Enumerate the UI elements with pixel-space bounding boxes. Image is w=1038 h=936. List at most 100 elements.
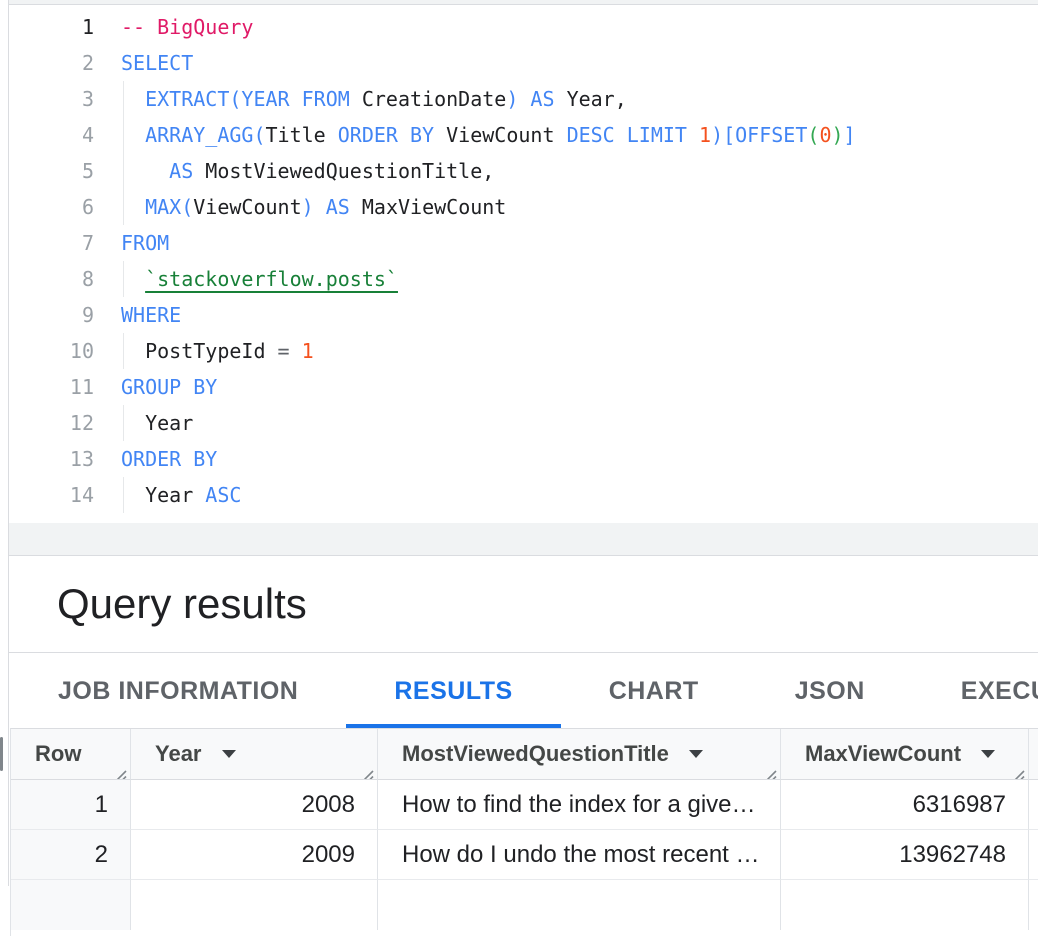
cell-maxviewcount: 13962748: [781, 830, 1029, 880]
cell-row: 1: [11, 780, 131, 830]
code-line[interactable]: 11 GROUP BY: [9, 369, 1038, 405]
code-line[interactable]: 6 MAX(ViewCount) AS MaxViewCount: [9, 189, 1038, 225]
column-menu-dropdown-icon[interactable]: [981, 750, 995, 758]
code-line[interactable]: 13ORDER BY: [9, 441, 1038, 477]
code-token: ViewCount: [193, 195, 301, 219]
column-header-label: MostViewedQuestionTitle: [402, 741, 669, 767]
code-token: [121, 195, 145, 219]
code-token: ) AS: [302, 195, 362, 219]
cell-title: How to find the index for a give…: [378, 780, 781, 830]
code-token: 1: [699, 123, 711, 147]
table-header-row: RowYearMostViewedQuestionTitleMaxViewCou…: [11, 729, 1038, 780]
query-results-header: Query results: [9, 556, 1038, 653]
indent-guide: [123, 189, 124, 225]
cell-value: 2008: [302, 791, 355, 819]
code-token: PostTypeId: [121, 339, 278, 363]
results-tab-bar: JOB INFORMATION RESULTS CHARTJSONEXECUTION…: [9, 654, 1038, 728]
tab-chart[interactable]: CHART: [561, 654, 747, 728]
line-number: 11: [9, 369, 94, 405]
code-text: Year: [121, 405, 193, 441]
line-number: 10: [9, 333, 94, 369]
code-token: ]: [844, 123, 856, 147]
tab-execution-details[interactable]: EXECUTION DETAILS: [913, 654, 1038, 728]
cell-empty: [781, 880, 1029, 930]
line-number: 4: [9, 117, 94, 153]
code-line[interactable]: 3 EXTRACT(YEAR FROM CreationDate) AS Yea…: [9, 81, 1038, 117]
code-line[interactable]: 12 Year: [9, 405, 1038, 441]
indent-guide: [123, 261, 124, 297]
code-token: ) AS: [506, 87, 566, 111]
code-text: ARRAY_AGG(Title ORDER BY ViewCount DESC …: [121, 117, 856, 153]
code-token: Year,: [567, 87, 627, 111]
code-lines: 1-- BigQuery2SELECT3 EXTRACT(YEAR FROM C…: [9, 6, 1038, 513]
code-token: [121, 123, 145, 147]
line-number: 14: [9, 477, 94, 513]
code-line[interactable]: 2 SELECT: [9, 45, 1038, 81]
page-title: Query results: [9, 580, 307, 628]
code-token: AS: [169, 159, 205, 183]
code-token: ): [831, 123, 843, 147]
cell-empty: [11, 880, 131, 930]
code-token: Year: [121, 483, 205, 507]
column-header-row: Row: [11, 729, 131, 780]
code-line[interactable]: 4 ARRAY_AGG(Title ORDER BY ViewCount DES…: [9, 117, 1038, 153]
line-number: 2: [9, 45, 94, 81]
column-menu-dropdown-icon[interactable]: [222, 750, 236, 758]
code-text: SELECT: [121, 45, 193, 81]
cell-stub: [1029, 830, 1038, 880]
column-header-label: MaxViewCount: [805, 741, 961, 767]
code-token: ASC: [205, 483, 241, 507]
code-text: GROUP BY: [121, 369, 217, 405]
tab-results[interactable]: RESULTS: [346, 654, 560, 728]
panel-gap: [9, 523, 1038, 556]
column-header-label: Row: [35, 741, 81, 767]
code-line[interactable]: 9 WHERE: [9, 297, 1038, 333]
cell-value: How to find the index for a give…: [402, 791, 756, 819]
code-token: SELECT: [121, 51, 193, 75]
code-token: `stackoverflow.posts`: [145, 267, 398, 291]
cell-row: 2: [11, 830, 131, 880]
code-line[interactable]: 10 PostTypeId = 1: [9, 333, 1038, 369]
tab-json[interactable]: JSON: [747, 654, 913, 728]
code-line[interactable]: 7 FROM: [9, 225, 1038, 261]
code-line[interactable]: 14 Year ASC: [9, 477, 1038, 513]
table-row-partial: [11, 880, 1038, 930]
code-token: -- BigQuery: [121, 15, 253, 39]
column-resize-handle-icon[interactable]: [359, 762, 374, 777]
code-token: =: [278, 339, 302, 363]
code-token: MaxViewCount: [362, 195, 507, 219]
cell-value: 2009: [302, 841, 355, 869]
code-text: FROM: [121, 225, 169, 261]
left-scrollbar-thumb[interactable]: [0, 737, 3, 771]
code-text: EXTRACT(YEAR FROM CreationDate) AS Year,: [121, 81, 627, 117]
collapsed-panel-edge: [0, 0, 9, 886]
column-resize-handle-icon[interactable]: [1010, 762, 1025, 777]
sql-code-editor[interactable]: 1-- BigQuery2SELECT3 EXTRACT(YEAR FROM C…: [9, 6, 1038, 523]
tab-label: JOB INFORMATION: [58, 677, 298, 706]
cell-year: 2009: [131, 830, 378, 880]
column-resize-handle-icon[interactable]: [112, 762, 127, 777]
code-token: WHERE: [121, 303, 181, 327]
line-number: 5: [9, 153, 94, 189]
line-number: 8: [9, 261, 94, 297]
line-number: 7: [9, 225, 94, 261]
cell-value: 1: [95, 791, 108, 819]
code-token: ORDER BY: [338, 123, 446, 147]
code-line[interactable]: 8 `stackoverflow.posts`: [9, 261, 1038, 297]
cell-value: 2: [95, 841, 108, 869]
cell-empty: [378, 880, 781, 930]
tab-label: RESULTS: [394, 677, 512, 706]
cell-value: 6316987: [913, 791, 1006, 819]
code-token: FROM: [121, 231, 169, 255]
line-number: 9: [9, 297, 94, 333]
column-resize-handle-icon[interactable]: [762, 762, 777, 777]
column-menu-dropdown-icon[interactable]: [689, 750, 703, 758]
cell-year: 2008: [131, 780, 378, 830]
code-text: `stackoverflow.posts`: [121, 261, 398, 297]
code-token: 1: [302, 339, 314, 363]
tab-job-information[interactable]: JOB INFORMATION: [10, 654, 346, 728]
code-line[interactable]: 5 AS MostViewedQuestionTitle,: [9, 153, 1038, 189]
indent-guide: [123, 81, 124, 117]
code-text: -- BigQuery: [121, 9, 253, 45]
code-line[interactable]: 1-- BigQuery: [9, 9, 1038, 45]
